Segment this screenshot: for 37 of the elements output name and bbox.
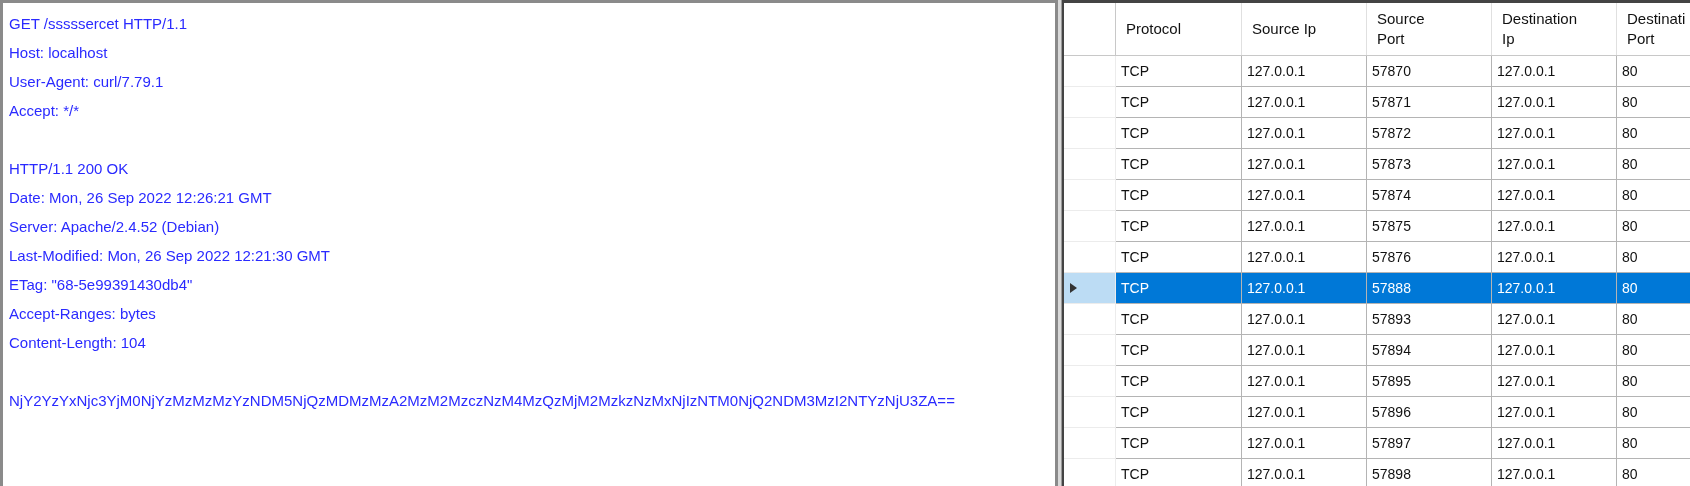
- message-line: NjY2YzYxNjc3YjM0NjYzMzMzMzYzNDM5NjQzMDMzMzA2MzM2MzczNzM4MzQzMjM2MzkzNzMxNjIzNTM0NjQ2NDM3MzI2NTYzNjU3ZA==: [9, 391, 956, 411]
- message-line: Host: localhost: [9, 43, 109, 63]
- table-row[interactable]: TCP 127.0.0.1 57888 127.0.0.1 80: [1064, 273, 1690, 304]
- table-row[interactable]: TCP 127.0.0.1 57876 127.0.0.1 80: [1064, 242, 1690, 273]
- column-header[interactable]: Source Port: [1367, 3, 1492, 55]
- column-header[interactable]: Destinati Port: [1617, 3, 1690, 55]
- column-header[interactable]: Source Ip: [1242, 3, 1367, 55]
- row-header[interactable]: [1064, 273, 1116, 304]
- table-row[interactable]: TCP 127.0.0.1 57874 127.0.0.1 80: [1064, 180, 1690, 211]
- row-pointer-icon: [1070, 283, 1077, 293]
- message-line: HTTP/1.1 200 OK: [9, 159, 130, 179]
- table-row[interactable]: TCP 127.0.0.1 57896 127.0.0.1 80: [1064, 397, 1690, 428]
- table-row[interactable]: TCP 127.0.0.1 57894 127.0.0.1 80: [1064, 335, 1690, 366]
- table-row[interactable]: TCP 127.0.0.1 57875 127.0.0.1 80: [1064, 211, 1690, 242]
- column-header[interactable]: Protocol: [1116, 3, 1242, 55]
- message-line: Server: Apache/2.4.52 (Debian): [9, 217, 221, 237]
- message-line: Accept: */*: [9, 101, 81, 121]
- table-row[interactable]: TCP 127.0.0.1 57870 127.0.0.1 80: [1064, 56, 1690, 87]
- message-line: GET /sssssercet HTTP/1.1: [9, 14, 189, 34]
- table-cell: 57898: [1367, 459, 1492, 486]
- table-row[interactable]: TCP 127.0.0.1 57893 127.0.0.1 80: [1064, 304, 1690, 335]
- table-cell: 127.0.0.1: [1242, 459, 1367, 486]
- table-row[interactable]: TCP 127.0.0.1 57895 127.0.0.1 80: [1064, 366, 1690, 397]
- message-line: User-Agent: curl/7.79.1: [9, 72, 165, 92]
- message-line: Last-Modified: Mon, 26 Sep 2022 12:21:30 GMT: [9, 246, 332, 266]
- message-line: Content-Length: 104: [9, 333, 147, 353]
- message-line: Date: Mon, 26 Sep 2022 12:26:21 GMT: [9, 188, 273, 208]
- table-cell: 127.0.0.1: [1492, 459, 1617, 486]
- message-line: ETag: "68-5e99391430db4": [9, 275, 194, 295]
- table-row[interactable]: TCP 127.0.0.1 57872 127.0.0.1 80: [1064, 118, 1690, 149]
- table-row[interactable]: TCP 127.0.0.1 57873 127.0.0.1 80: [1064, 149, 1690, 180]
- table-cell: 80: [1617, 459, 1690, 486]
- message-line: Accept-Ranges: bytes: [9, 304, 157, 324]
- table-row[interactable]: TCP 127.0.0.1 57897 127.0.0.1 80: [1064, 428, 1690, 459]
- table-row[interactable]: TCP 127.0.0.1 57871 127.0.0.1 80: [1064, 87, 1690, 118]
- column-header[interactable]: Destination Ip: [1492, 3, 1617, 55]
- table-cell: TCP: [1116, 459, 1242, 486]
